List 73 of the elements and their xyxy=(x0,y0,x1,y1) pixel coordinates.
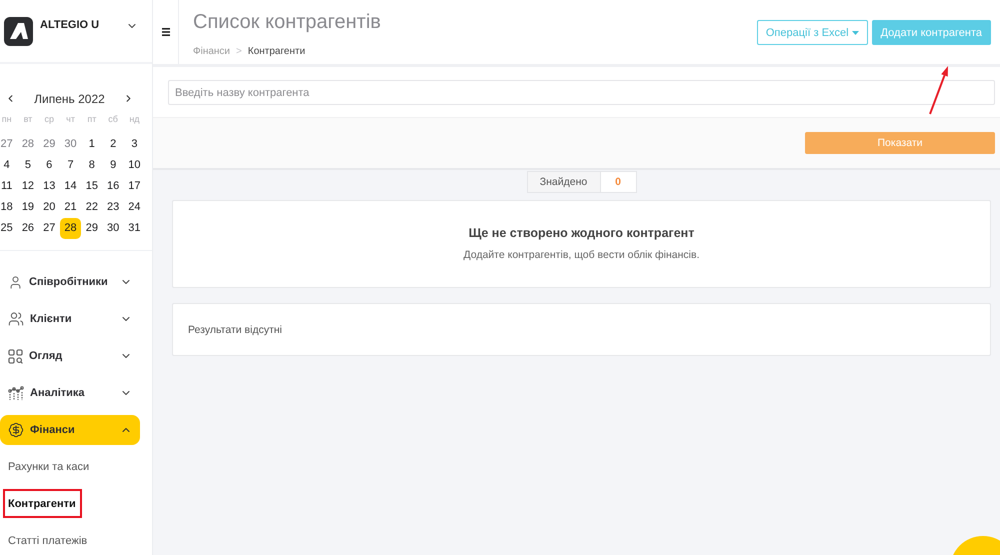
weekday-label: ср xyxy=(44,114,54,124)
calendar-day[interactable]: 3 xyxy=(131,138,138,150)
calendar-day[interactable]: 27 xyxy=(43,222,56,234)
page-title: Список контрагентів xyxy=(193,11,381,33)
weekday-label: чт xyxy=(66,114,75,124)
chart-icon xyxy=(8,386,24,400)
calendar-day[interactable]: 1 xyxy=(88,138,95,150)
breadcrumb: Контрагенти xyxy=(248,46,306,56)
weekday-label: пт xyxy=(87,114,96,124)
menu-item[interactable]: Огляд xyxy=(0,341,140,371)
calendar-day[interactable]: 23 xyxy=(107,201,120,214)
grid-icon xyxy=(8,348,23,364)
menu-icon[interactable] xyxy=(162,28,170,36)
menu-label: Клієнти xyxy=(30,313,72,325)
calendar-day[interactable]: 17 xyxy=(128,180,141,192)
menu-label: Огляд xyxy=(29,350,62,362)
no-results-message: Результати відсутні xyxy=(188,324,282,336)
weekday-label: пн xyxy=(2,114,12,124)
calendar-day[interactable]: 19 xyxy=(22,201,34,214)
search-field[interactable]: Введіть назву контрагента xyxy=(168,80,995,105)
calendar-day[interactable]: 30 xyxy=(64,138,77,150)
calendar-day[interactable]: 31 xyxy=(128,222,141,234)
found-label: Знайдено xyxy=(526,171,600,193)
calendar-day[interactable]: 8 xyxy=(88,159,95,172)
calendar-day[interactable]: 5 xyxy=(24,159,31,172)
found-count: 0 xyxy=(600,171,636,193)
menu-item[interactable]: Аналітика xyxy=(0,378,140,408)
calendar-day[interactable]: 25 xyxy=(0,222,13,234)
menu-label: Фінанси xyxy=(30,424,75,436)
breadcrumb-separator: > xyxy=(236,46,242,56)
calendar-day[interactable]: 27 xyxy=(0,138,13,150)
submenu-item[interactable]: Контрагенти xyxy=(3,489,82,518)
calendar-day[interactable]: 16 xyxy=(107,180,120,192)
dollar-badge-icon xyxy=(8,422,24,438)
menu-item[interactable]: Співробітники xyxy=(0,267,140,297)
menu-label: Аналітика xyxy=(30,387,85,399)
calendar-month: Липень 2022 xyxy=(34,92,105,106)
calendar-day[interactable]: 4 xyxy=(4,159,10,172)
calendar-day[interactable]: 22 xyxy=(86,201,98,214)
weekday-label: нд xyxy=(129,114,140,124)
weekday-label: вт xyxy=(24,114,32,124)
calendar-day[interactable]: 12 xyxy=(22,180,34,192)
company-name: ALTEGIO U xyxy=(40,19,100,31)
calendar-day[interactable]: 18 xyxy=(0,201,13,214)
calendar-day[interactable]: 30 xyxy=(107,222,120,234)
empty-state-title: Ще не створено жодного контрагент xyxy=(468,225,694,241)
calendar-day[interactable]: 15 xyxy=(86,180,98,192)
calendar-day[interactable]: 2 xyxy=(110,138,116,150)
users-icon xyxy=(8,311,24,327)
menu-label: Співробітники xyxy=(29,276,108,288)
calendar-day[interactable]: 9 xyxy=(110,159,116,172)
menu-item[interactable]: Фінанси xyxy=(0,415,140,445)
calendar-day[interactable]: 13 xyxy=(43,180,56,192)
logo-icon xyxy=(4,17,33,46)
calendar-day[interactable]: 24 xyxy=(128,201,141,214)
calendar-day[interactable]: 6 xyxy=(46,159,52,172)
calendar-day[interactable]: 28 xyxy=(60,218,82,239)
calendar-day[interactable]: 21 xyxy=(64,201,77,214)
calendar-day[interactable]: 29 xyxy=(86,222,98,234)
submenu-item[interactable]: Рахунки та каси xyxy=(3,452,96,481)
menu-item[interactable]: Клієнти xyxy=(0,304,140,334)
calendar-day[interactable]: 29 xyxy=(43,138,56,150)
calendar-day[interactable]: 26 xyxy=(22,222,34,234)
empty-state-text: Додайте контрагентів, щоб вести облік фінансів. xyxy=(463,248,700,262)
weekday-label: сб xyxy=(108,114,118,124)
calendar-day[interactable]: 10 xyxy=(128,159,141,172)
calendar-day[interactable]: 28 xyxy=(22,138,34,150)
user-icon xyxy=(8,274,23,290)
submenu-item[interactable]: Статті платежів xyxy=(3,526,94,555)
calendar-day[interactable]: 20 xyxy=(43,201,56,214)
calendar-day[interactable]: 11 xyxy=(0,180,12,192)
calendar-day[interactable]: 7 xyxy=(67,159,74,172)
calendar-day[interactable]: 14 xyxy=(64,180,77,192)
